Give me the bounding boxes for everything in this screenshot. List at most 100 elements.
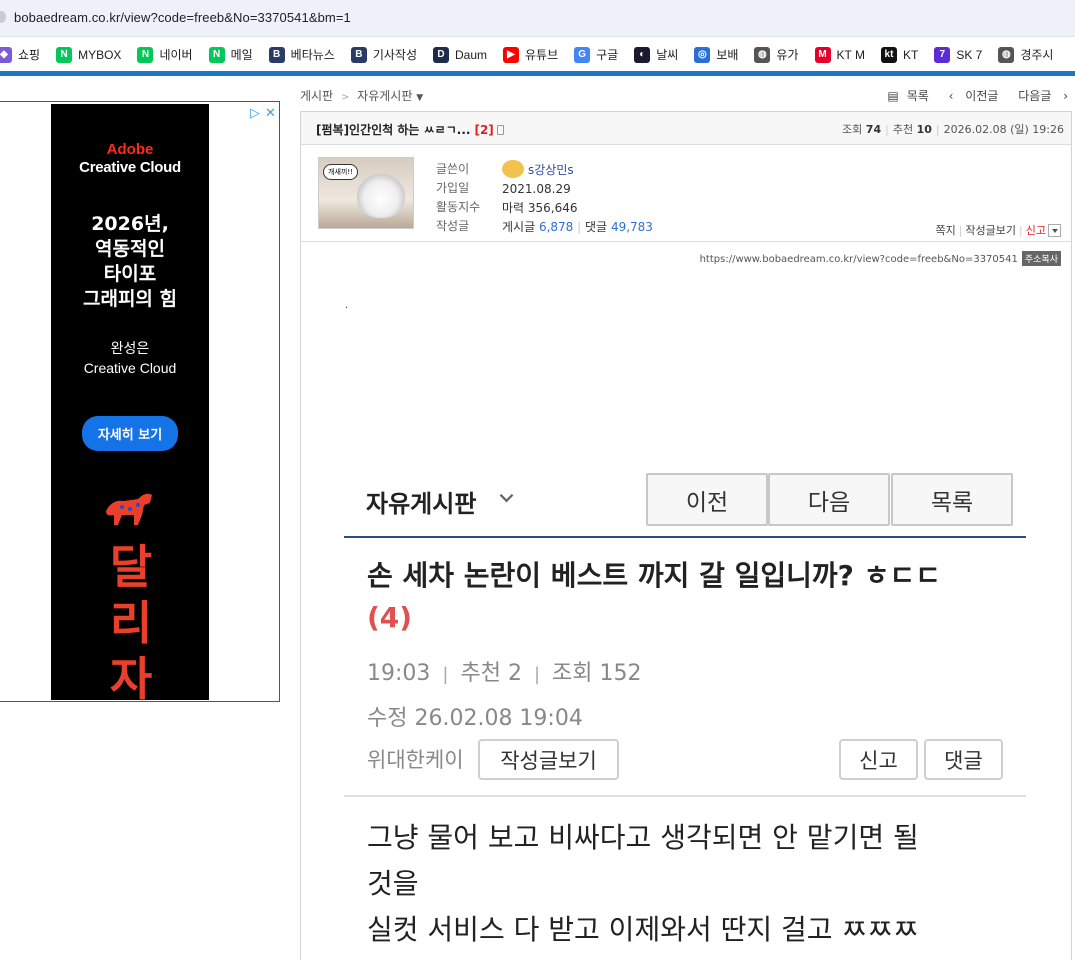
bookmark-item[interactable]: G 구글 xyxy=(574,46,618,63)
post-title: [펌복]인간인척 하는 ㅆㄹㄱ... [2] xyxy=(316,121,504,138)
more-dropdown-icon[interactable] xyxy=(1048,224,1061,237)
cat-image-icon xyxy=(357,174,405,218)
bookmark-item[interactable]: 7 SK 7 xyxy=(934,46,982,63)
ad-choices-icon[interactable]: ▷ xyxy=(250,106,260,121)
author-labels: 글쓴이 가입일 활동지수 작성글 xyxy=(436,162,481,233)
address-bar[interactable]: bobaedream.co.kr/view?code=freeb&No=3370… xyxy=(0,0,1075,37)
embedded-prev-button: 이전 xyxy=(646,473,768,526)
source-url: https://www.bobaedream.co.kr/view?code=f… xyxy=(699,254,1018,265)
embedded-post-title: 손 세차 논란이 베스트 까지 갈 일입니까? ㅎㄷㄷ (4) xyxy=(367,555,1017,639)
author-post-stats: 게시글 6,878 | 댓글 49,783 xyxy=(502,220,653,234)
shopping-icon: ◆ xyxy=(0,46,12,63)
copy-url-button[interactable]: 주소복사 xyxy=(1021,251,1061,266)
avatar-speech-bubble: 개새끼!! xyxy=(323,164,358,180)
kt-icon: kt xyxy=(880,46,897,63)
bookmark-label: 유튜브 xyxy=(525,48,559,62)
bookmark-item[interactable]: B 기사작성 xyxy=(350,46,417,63)
naver-icon: N xyxy=(56,46,73,63)
bookmark-label: MYBOX xyxy=(78,47,122,62)
weather-icon: ◐ xyxy=(634,46,651,63)
globe-icon: ◍ xyxy=(998,46,1015,63)
bookmark-item[interactable]: B 베타뉴스 xyxy=(268,46,335,63)
mobile-icon xyxy=(496,125,504,135)
bookmark-item[interactable]: ◎ 보배 xyxy=(694,46,738,63)
author-actions: 쪽지 | 작성글보기 | 신고 xyxy=(935,222,1061,238)
google-icon: G xyxy=(574,46,591,63)
bookmark-item[interactable]: N 네이버 xyxy=(137,46,193,63)
breadcrumb-separator-icon: > xyxy=(340,92,350,103)
ad-big-text: 달 리 자 xyxy=(109,540,152,706)
bookmark-item[interactable]: ◐ 날씨 xyxy=(634,46,678,63)
body-dot: . xyxy=(345,300,349,311)
sk7-icon: 7 xyxy=(934,46,951,63)
url-text[interactable]: bobaedream.co.kr/view?code=freeb&No=3370… xyxy=(14,10,351,25)
post-meta: 조회 74 | 추천 10 | 2026.02.08 (일) 19:26 xyxy=(842,123,1064,136)
embedded-view-posts-button: 작성글보기 xyxy=(478,739,619,780)
recommend-count: 10 xyxy=(916,123,932,136)
chevron-down-icon[interactable]: ▼ xyxy=(416,93,423,103)
ad-close-icon[interactable]: ✕ xyxy=(265,106,276,121)
comment-count[interactable]: [2] xyxy=(474,123,493,137)
breadcrumb: 게시판 > 자유게시판 ▼ xyxy=(300,87,423,104)
ad-cta-button[interactable]: 자세히 보기 xyxy=(81,416,179,451)
bobae-car-icon: ◎ xyxy=(694,46,711,63)
bookmark-label: 날씨 xyxy=(656,48,679,62)
embedded-comment-button: 댓글 xyxy=(924,739,1003,780)
bookmark-item[interactable]: M KT M xyxy=(814,46,865,63)
bookmark-label: SK 7 xyxy=(956,47,983,62)
bookmark-label: KT M xyxy=(836,47,865,62)
embedded-board-name: 자유게시판 xyxy=(366,490,477,518)
bookmark-item[interactable]: ◍ 유가 xyxy=(754,46,799,63)
source-url-row: https://www.bobaedream.co.kr/view?code=f… xyxy=(700,251,1061,266)
view-count: 74 xyxy=(865,123,882,136)
bookmark-item[interactable]: N MYBOX xyxy=(56,46,121,63)
breadcrumb-sub[interactable]: 자유게시판 xyxy=(357,89,412,103)
author-nick[interactable]: s강상민s xyxy=(528,163,574,177)
breadcrumb-board[interactable]: 게시판 xyxy=(300,89,333,103)
ad-banner[interactable]: Adobe Creative Cloud 2026년, 역동적인 타이포 그래피… xyxy=(51,104,209,706)
bookmark-item[interactable]: ◆ 쇼핑 xyxy=(0,46,40,63)
avatar: 개새끼!! xyxy=(318,157,414,229)
bookmark-item[interactable]: D Daum xyxy=(433,46,487,63)
bookmark-label: 유가 xyxy=(776,48,799,62)
bookmark-label: 보배 xyxy=(716,48,739,62)
bookmark-item[interactable]: ▶ 유튜브 xyxy=(503,46,558,63)
report-link[interactable]: 신고 xyxy=(1026,224,1046,237)
embedded-post-meta: 19:03 | 추천 2 | 조회 152 xyxy=(367,661,642,686)
bookmark-item[interactable]: N 메일 xyxy=(208,46,253,63)
bobae-icon: B xyxy=(268,46,285,63)
embedded-next-button: 다음 xyxy=(768,473,890,526)
site-info-icon[interactable] xyxy=(0,11,6,23)
bookmarks-bar: ◆ 쇼핑 N MYBOX N 네이버 N 메일 B 베타뉴스 B 기사작성 D Daum ▶ 유튜브 G 구글 ◐ 날… xyxy=(0,37,1075,76)
globe-icon: ◍ xyxy=(754,46,771,63)
bookmarks-list: ◆ 쇼핑 N MYBOX N 네이버 N 메일 B 베타뉴스 B 기사작성 D Daum ▶ 유튜브 G 구글 ◐ 날… xyxy=(0,46,1069,63)
author-activity: 마력 356,646 xyxy=(502,201,578,215)
bookmark-label: 메일 xyxy=(230,48,253,62)
bookmark-item[interactable]: kt KT xyxy=(880,46,918,63)
embedded-divider xyxy=(344,795,1026,797)
naver-icon: N xyxy=(208,46,225,63)
list-link[interactable]: ▤ 목록 xyxy=(879,89,928,103)
embedded-post-body: 그냥 물어 보고 비싸다고 생각되면 안 맡기면 될 것을 실컷 서비스 다 받… xyxy=(367,821,919,946)
bookmark-item[interactable]: ◍ 경주시 xyxy=(998,46,1053,63)
prev-post-link[interactable]: ‹ 이전글 xyxy=(941,89,999,103)
youtube-icon: ▶ xyxy=(503,46,520,63)
post-date: 2026.02.08 (일) 19:26 xyxy=(943,123,1064,136)
chevron-down-icon xyxy=(499,488,514,503)
bookmark-label: Daum xyxy=(455,47,488,62)
author-post-count[interactable]: 6,878 xyxy=(539,220,573,234)
view-posts-link[interactable]: 작성글보기 xyxy=(965,224,1016,237)
bookmark-label: 기사작성 xyxy=(372,48,417,62)
author-panel: 개새끼!! 글쓴이 가입일 활동지수 작성글 s강상민s 2021.08.29 … xyxy=(301,146,1071,242)
embedded-board-header: 자유게시판 이전 다음 목록 xyxy=(344,462,1026,538)
embedded-author: 위대한케이 xyxy=(367,748,464,772)
ad-headline: 2026년, 역동적인 타이포 그래피의 힘 xyxy=(82,213,177,310)
bookmark-label: 베타뉴스 xyxy=(290,48,335,62)
author-joined: 2021.08.29 xyxy=(502,182,571,196)
post-header: [펌복]인간인척 하는 ㅆㄹㄱ... [2] 조회 74 | 추천 10 | 2026.0… xyxy=(301,112,1071,145)
next-post-link[interactable]: 다음글 › xyxy=(1010,89,1068,103)
embedded-comment-count: (4) xyxy=(367,601,413,634)
author-comment-count[interactable]: 49,783 xyxy=(611,220,653,234)
ad-brand-adobe: Adobe xyxy=(106,141,154,158)
send-note-link[interactable]: 쪽지 xyxy=(935,224,955,237)
